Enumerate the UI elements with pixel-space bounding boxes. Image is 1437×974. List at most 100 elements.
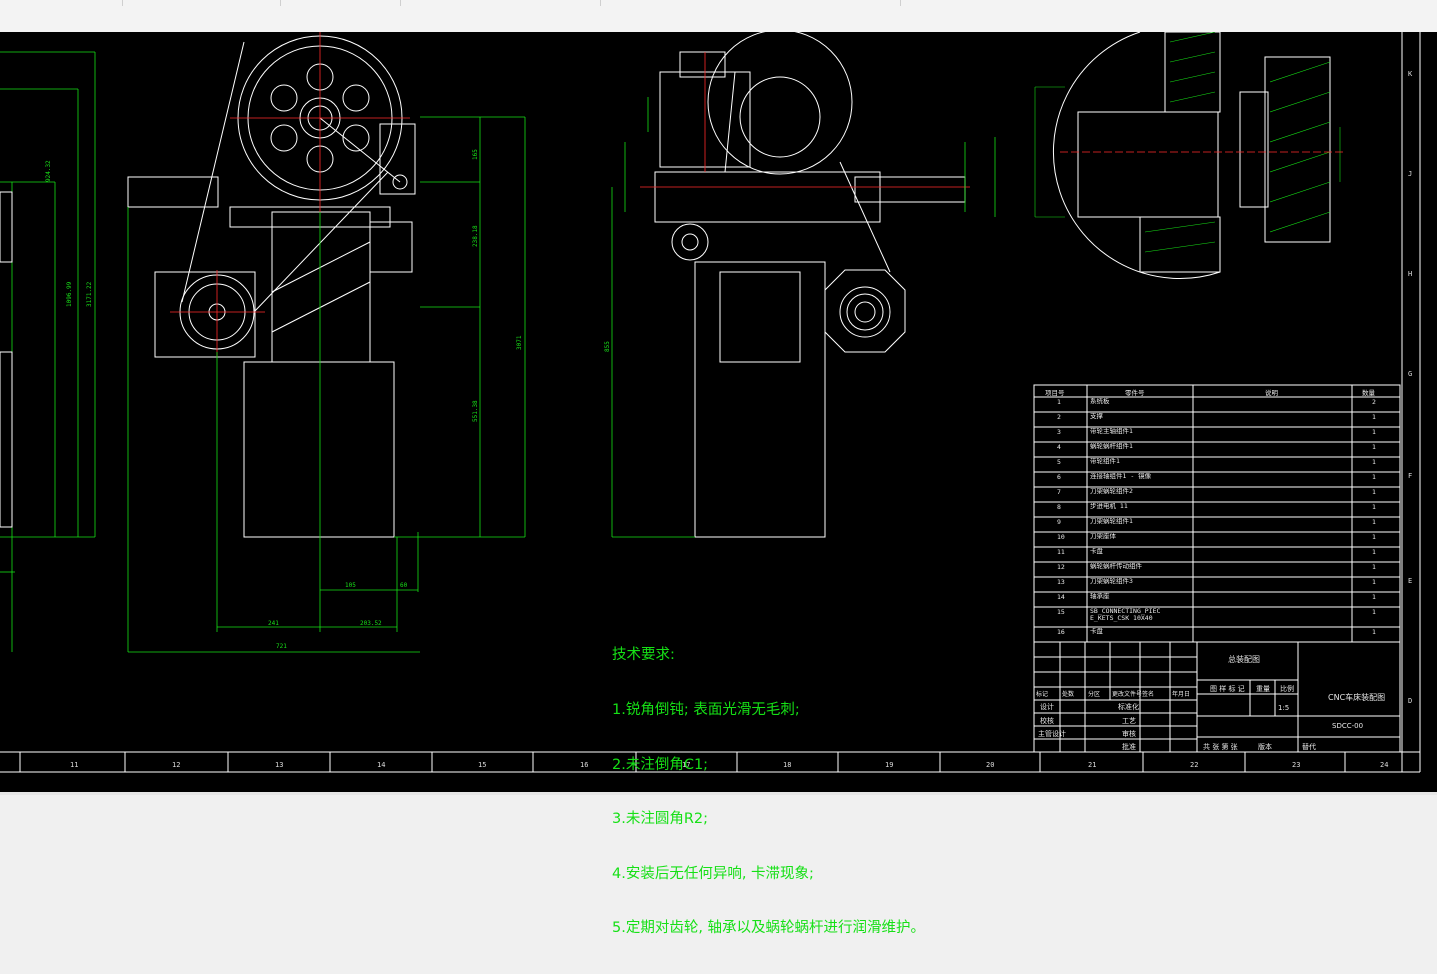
dim-label: 203.52 [360,620,382,627]
sig-chief: 主管设计 [1038,730,1066,738]
bom-cell-no: 6 [1057,473,1061,481]
bom-cell-part: 蜗轮蜗杆传动组件 [1090,563,1142,570]
bom-cell-part: 轴承座 [1090,593,1110,600]
section-hatching [1034,32,1341,253]
bom-header-qty: 数量 [1362,389,1375,397]
bom-cell-no: 16 [1057,628,1065,636]
bom-cell-qty: 1 [1372,503,1376,511]
ruler-number: 13 [275,761,284,769]
tech-req-item: 5.定期对齿轮, 轴承以及蜗轮蜗杆进行润滑维护。 [612,920,926,937]
tech-req-item: 2.未注倒角C1; [612,756,709,773]
ruler-number: 24 [1380,761,1389,769]
ruler-number: 17 [682,761,691,769]
std-process: 工艺 [1122,717,1136,725]
left-view-dimensions [0,51,96,652]
tab-5[interactable] [600,0,901,6]
bom-cell-no: 3 [1057,428,1061,436]
bom-table-lines [1033,384,1401,643]
title-weight-label: 重量 [1256,685,1270,693]
dim-label: 238.18 [472,225,479,247]
tech-req-title: 技术要求: [612,647,675,664]
dim-label: 551.38 [472,400,479,422]
std-review: 审核 [1122,730,1136,738]
dim-label: 3071 [516,335,523,350]
bom-cell-part: 步进电机 11 [1090,503,1128,510]
bom-cell-qty: 1 [1372,443,1376,451]
front-dimensions [127,116,526,653]
bom-cell-qty: 1 [1372,473,1376,481]
dim-label: 1096.99 [66,281,73,307]
bom-cell-no: 13 [1057,578,1065,586]
side-view [654,32,966,538]
cad-drawing-canvas[interactable]: 924.32 3171.22 1096.99 241 203.52 721 10… [0,32,1437,936]
bom-cell-part: 支撑 [1090,413,1103,420]
ruler-number: 21 [1088,761,1097,769]
ruler-number: 18 [783,761,792,769]
tab-2[interactable] [122,0,281,6]
tab-1[interactable] [0,0,123,6]
std-standard: 标准化 [1118,703,1139,711]
std-approve: 批准 [1122,743,1136,751]
tab-4[interactable] [400,0,601,6]
bom-header-desc: 说明 [1265,389,1278,397]
bom-cell-part: 系统板 [1090,398,1110,405]
bom-cell-qty: 1 [1372,518,1376,526]
rev-mark: 标记 [1036,691,1049,698]
rev-sign: 签名 [1142,691,1155,698]
title-assembly: 总装配图 [1228,655,1260,664]
sheet-version: 版本 [1258,743,1272,751]
bom-cell-qty: 2 [1372,398,1376,406]
tech-req-item: 3.未注圆角R2; [612,811,709,828]
ruler-number: 11 [70,761,79,769]
front-view [127,35,416,538]
side-dimensions [611,97,996,538]
bom-cell-part: SB_CONNECTING_PIEC E_KETS_CSK 10X40 [1090,608,1161,622]
ruler-number: 12 [172,761,181,769]
dim-label: 165 [472,149,479,160]
bom-cell-no: 10 [1057,533,1065,541]
bom-cell-part: 刀架蜗轮组件1 [1090,518,1133,525]
dim-label: 60 [400,582,408,589]
rev-doc: 更改文件号 [1112,691,1143,698]
bom-cell-no: 2 [1057,413,1061,421]
dim-label: 924.32 [45,160,52,182]
bom-cell-no: 7 [1057,488,1061,496]
tab-3[interactable] [280,0,401,6]
ruler-number: 19 [885,761,894,769]
title-drawing-no: SDCC-00 [1332,722,1364,730]
tech-req-item: 4.安装后无任何异响, 卡滞现象; [612,865,814,882]
bom-cell-qty: 1 [1372,548,1376,556]
bom-cell-no: 12 [1057,563,1065,571]
bom-cell-part: 带轮主轴组件1 [1090,428,1133,435]
bom-cell-qty: 1 [1372,563,1376,571]
ruler-number: 20 [986,761,995,769]
bom-cell-qty: 1 [1372,608,1376,616]
bom-cell-qty: 1 [1372,413,1376,421]
bom-cell-qty: 1 [1372,428,1376,436]
ruler-number: 23 [1292,761,1301,769]
dim-label: 105 [345,582,356,589]
title-scale: 1:5 [1278,704,1290,712]
side-ruler-letter: F [1408,472,1413,480]
ruler-number: 14 [377,761,386,769]
side-ruler-letter: H [1408,270,1413,278]
bom-header-no: 项目号 [1045,389,1065,397]
bom-cell-no: 5 [1057,458,1061,466]
side-ruler-letter: D [1408,697,1413,705]
ruler-number: 16 [580,761,589,769]
side-ruler-letter: K [1408,70,1413,78]
dim-label: 855 [604,341,611,352]
bom-cell-qty: 1 [1372,593,1376,601]
title-scale-label: 比例 [1280,685,1294,693]
bom-cell-part: 卡盘 [1090,628,1103,635]
dim-label: 241 [268,620,279,627]
sheet-replace: 替代 [1302,743,1316,751]
bom-cell-qty: 1 [1372,628,1376,636]
bom-cell-no: 14 [1057,593,1065,601]
rev-zone: 分区 [1088,691,1101,698]
bom-cell-part: 刀架蜗轮组件3 [1090,578,1133,585]
bom-cell-no: 11 [1057,548,1065,556]
bom-cell-qty: 1 [1372,458,1376,466]
bom-cell-part: 带轮组件1 [1090,458,1120,465]
rev-date: 年月日 [1172,691,1191,698]
